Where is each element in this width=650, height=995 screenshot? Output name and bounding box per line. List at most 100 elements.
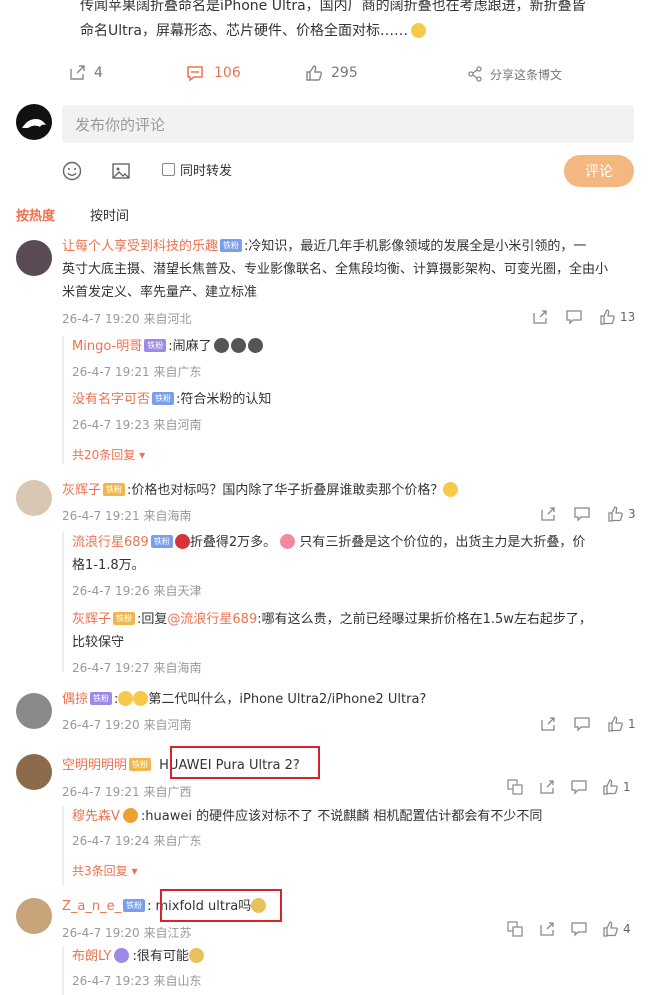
smile-emoji-icon xyxy=(443,482,459,497)
comment-button[interactable]: 106 xyxy=(186,62,241,84)
share-poster-button[interactable]: 分享这条博文 xyxy=(466,63,562,85)
emoji-icon xyxy=(213,338,229,353)
like-button[interactable]: 295 xyxy=(305,62,358,84)
thumbs-up-icon xyxy=(306,65,322,81)
fan-badge: 铁粉 xyxy=(144,339,167,352)
reply-body: 穆先森V:huawei 的硬件应该对标不了 不说麒麟 相机配置估计都会有不少不同 xyxy=(72,808,543,824)
reply-body: 流浪行星689 铁粉 折叠得2万多。 只有三折叠是这个价位的，出货主力是大折叠，价 xyxy=(72,534,586,550)
fan-badge: 铁粉 xyxy=(150,535,173,548)
avatar[interactable] xyxy=(16,693,52,729)
comment-actions: 13 xyxy=(532,309,635,325)
translate-icon[interactable] xyxy=(507,779,523,795)
comment-icon[interactable] xyxy=(571,779,587,795)
fan-badge: 铁粉 xyxy=(113,612,136,625)
emoji-icon xyxy=(247,338,263,353)
more-replies-link[interactable]: 共20条回复 ▾ xyxy=(72,446,145,463)
fan-badge: 铁粉 xyxy=(129,758,152,771)
reply-author[interactable]: 穆先森V xyxy=(72,809,120,824)
comment-author[interactable]: 偶掠 xyxy=(62,692,88,707)
share-icon[interactable] xyxy=(540,716,556,732)
like-button[interactable]: 4 xyxy=(603,921,631,937)
tab-sort-hot[interactable]: 按热度 xyxy=(16,205,55,224)
thumbs-up-icon xyxy=(603,921,618,937)
reply-author[interactable]: Mingo-明哥 xyxy=(72,339,142,354)
reply-divider xyxy=(62,336,64,464)
comment-author[interactable]: 让每个人享受到科技的乐趣 xyxy=(62,239,218,254)
comment-input[interactable]: 发布你的评论 xyxy=(62,105,634,143)
reply-author[interactable]: 灰辉子 xyxy=(72,612,111,627)
avatar[interactable] xyxy=(16,480,52,516)
reply-author[interactable]: 布朗LY xyxy=(72,949,111,964)
comment-body: 让每个人享受到科技的乐趣 铁粉:冷知识，最近几年手机影像领域的发展全是小米引领的，… xyxy=(62,239,587,254)
comment-actions: 4 xyxy=(507,921,631,937)
reply-divider xyxy=(62,532,64,672)
reply-author[interactable]: 没有名字可否 xyxy=(72,392,150,407)
comment-author[interactable]: 空明明明明 xyxy=(62,758,127,773)
share-button[interactable]: 4 xyxy=(68,62,103,84)
avatar-icon xyxy=(22,119,46,128)
emoji-icon xyxy=(118,691,134,706)
smiley-icon xyxy=(62,161,82,181)
post-text: 传闻苹果阔折叠命名是iPhone Ultra，国内厂商的阔折叠也在考虑跟进，新折… xyxy=(80,0,586,39)
highlight-box xyxy=(160,889,282,922)
highlight-box xyxy=(170,746,320,779)
repost-label: 同时转发 xyxy=(180,164,233,179)
share-icon xyxy=(70,65,85,80)
my-avatar xyxy=(16,104,52,140)
avatar[interactable] xyxy=(16,754,52,790)
share-nodes-icon xyxy=(468,66,482,82)
fan-badge: 铁粉 xyxy=(152,392,175,405)
reply-divider xyxy=(62,806,64,886)
like-button[interactable]: 1 xyxy=(608,716,636,732)
reply-body: Mingo-明哥 铁粉:闹麻了 xyxy=(72,336,263,358)
strawberry-emoji-icon xyxy=(174,534,190,549)
share-icon[interactable] xyxy=(532,309,548,325)
emoji-icon xyxy=(230,338,246,353)
reply-body: 灰辉子 铁粉:回复@流浪行星689:哪有这么贵，之前已经曝过果折价格在1.5w左右… xyxy=(72,612,592,627)
comment-author[interactable]: Z_a_n_e_ xyxy=(62,899,121,914)
crown-icon xyxy=(122,808,138,823)
thumbs-up-icon xyxy=(603,779,618,795)
like-button[interactable]: 1 xyxy=(603,779,631,795)
share-icon[interactable] xyxy=(539,779,555,795)
comment-actions: 1 xyxy=(507,779,631,795)
submit-comment-button[interactable]: 评论 xyxy=(564,155,634,187)
comment-icon xyxy=(187,66,203,82)
share-icon[interactable] xyxy=(539,921,555,937)
mention-link[interactable]: @流浪行星689 xyxy=(167,612,257,627)
tab-sort-time[interactable]: 按时间 xyxy=(90,205,129,224)
like-button[interactable]: 3 xyxy=(608,506,636,522)
thumbs-up-icon xyxy=(608,716,623,732)
thumbs-up-icon xyxy=(608,506,623,522)
fan-badge: 铁粉 xyxy=(220,239,243,252)
comment-body: 灰辉子 铁粉:价格也对标吗？国内除了华子折叠屏谁敢卖那个价格？ xyxy=(62,480,459,502)
avatar[interactable] xyxy=(16,898,52,934)
comment-author[interactable]: 灰辉子 xyxy=(62,483,101,498)
comment-body: 偶掠 铁粉: 第二代叫什么，iPhone Ultra2/iPhone2 Ultra? xyxy=(62,691,427,707)
comment-meta: 26-4-7 19:20 来自河北 xyxy=(62,312,192,326)
emoji-icon xyxy=(133,691,149,706)
image-upload-button[interactable] xyxy=(111,161,131,181)
comment-icon[interactable] xyxy=(571,921,587,937)
comment-actions: 3 xyxy=(540,506,636,522)
repost-checkbox[interactable] xyxy=(162,163,175,176)
fan-badge: 铁粉 xyxy=(103,483,126,496)
comment-icon[interactable] xyxy=(574,716,590,732)
flower-emoji-icon xyxy=(280,534,296,549)
reply-body: 没有名字可否 铁粉:符合米粉的认知 xyxy=(72,392,272,407)
avatar[interactable] xyxy=(16,240,52,276)
comment-actions: 1 xyxy=(540,716,636,732)
emoji-picker-button[interactable] xyxy=(62,161,82,181)
thumbs-up-icon xyxy=(600,309,615,325)
crown-icon xyxy=(114,948,130,963)
like-button[interactable]: 13 xyxy=(600,309,635,325)
share-icon[interactable] xyxy=(540,506,556,522)
translate-icon[interactable] xyxy=(507,921,523,937)
comment-icon[interactable] xyxy=(566,309,582,325)
more-replies-link[interactable]: 共3条回复 ▾ xyxy=(72,862,137,879)
doge-emoji-icon xyxy=(188,948,204,963)
fan-badge: 铁粉 xyxy=(90,692,113,705)
reply-author[interactable]: 流浪行星689 xyxy=(72,535,149,550)
smile-emoji-icon xyxy=(410,23,426,38)
comment-icon[interactable] xyxy=(574,506,590,522)
